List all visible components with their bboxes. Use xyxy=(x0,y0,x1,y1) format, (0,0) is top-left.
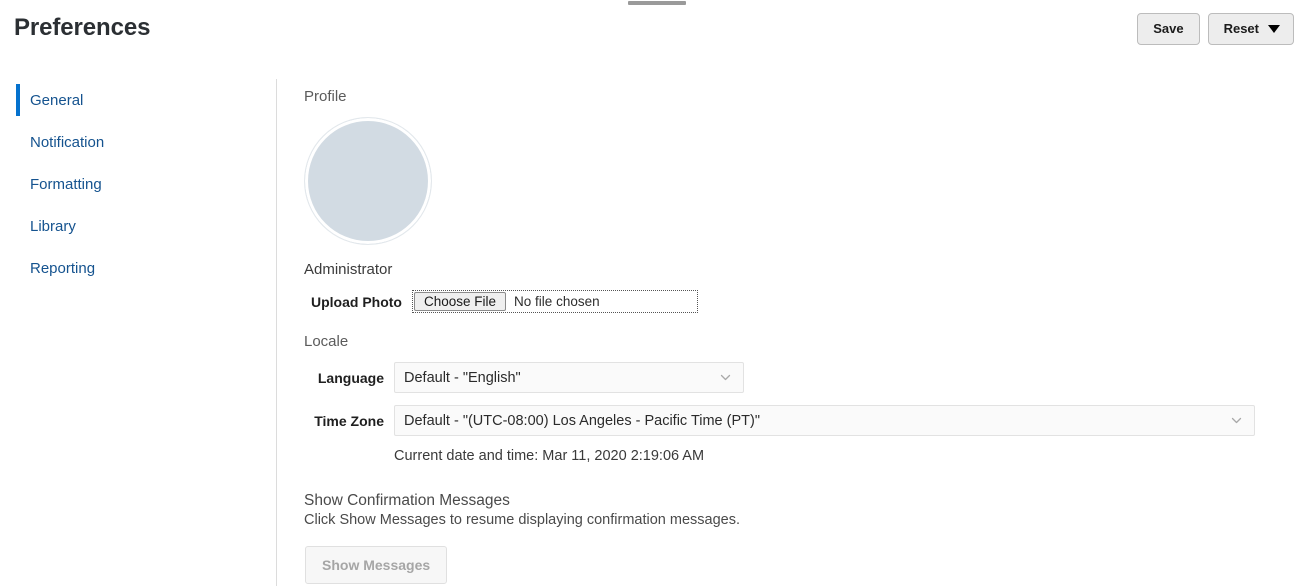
page-title: Preferences xyxy=(14,14,151,41)
confirmation-section-title: Show Confirmation Messages xyxy=(304,492,510,509)
reset-button-label: Reset xyxy=(1223,21,1259,36)
sidebar-item-label: Library xyxy=(30,217,76,235)
language-label: Language xyxy=(317,369,384,386)
locale-section-label: Locale xyxy=(304,333,349,350)
sidebar-item-label: Formatting xyxy=(30,175,102,193)
selected-indicator xyxy=(16,84,20,116)
chevron-down-icon xyxy=(720,372,731,383)
chevron-down-icon xyxy=(1231,415,1242,426)
header-actions: Save Reset xyxy=(1137,13,1294,45)
choose-file-button[interactable]: Choose File xyxy=(414,292,507,311)
settings-sidebar: General Notification Formatting Library … xyxy=(0,79,277,586)
language-select[interactable]: Default - "English" xyxy=(394,362,744,393)
sidebar-item-reporting[interactable]: Reporting xyxy=(0,247,276,289)
avatar xyxy=(304,117,432,245)
current-datetime-text: Current date and time: Mar 11, 2020 2:19… xyxy=(394,448,705,464)
sidebar-item-general[interactable]: General xyxy=(0,79,276,121)
reset-button[interactable]: Reset xyxy=(1207,13,1294,45)
language-select-value: Default - "English" xyxy=(404,369,521,386)
upload-photo-label: Upload Photo xyxy=(311,293,402,310)
timezone-select[interactable]: Default - "(UTC-08:00) Los Angeles - Pac… xyxy=(394,405,1255,436)
timezone-select-value: Default - "(UTC-08:00) Los Angeles - Pac… xyxy=(404,412,760,429)
sidebar-item-notification[interactable]: Notification xyxy=(0,121,276,163)
sidebar-item-label: General xyxy=(30,91,84,109)
preferences-general-panel: Profile Administrator Upload Photo Choos… xyxy=(304,88,1284,584)
save-button[interactable]: Save xyxy=(1137,13,1200,45)
upload-photo-input[interactable]: Choose File No file chosen xyxy=(412,290,698,313)
timezone-label: Time Zone xyxy=(314,412,384,429)
sidebar-item-formatting[interactable]: Formatting xyxy=(0,163,276,205)
profile-user-name: Administrator xyxy=(304,261,393,278)
upload-photo-row: Upload Photo Choose File No file chosen xyxy=(304,290,1284,313)
show-messages-button[interactable]: Show Messages xyxy=(305,546,448,584)
confirmation-messages-section: Show Confirmation Messages Click Show Me… xyxy=(304,491,1284,584)
timezone-row: Time Zone Default - "(UTC-08:00) Los Ang… xyxy=(304,405,1284,436)
confirmation-section-description: Click Show Messages to resume displaying… xyxy=(304,512,740,528)
language-row: Language Default - "English" xyxy=(304,362,1284,393)
profile-section-label: Profile xyxy=(304,88,347,105)
page-header: Preferences Save Reset xyxy=(0,0,1306,62)
sidebar-item-label: Notification xyxy=(30,133,105,151)
chevron-down-icon xyxy=(1268,24,1280,33)
avatar-wrapper xyxy=(304,117,434,247)
sidebar-item-library[interactable]: Library xyxy=(0,205,276,247)
chosen-file-name: No file chosen xyxy=(514,294,600,309)
sidebar-item-label: Reporting xyxy=(30,259,96,277)
